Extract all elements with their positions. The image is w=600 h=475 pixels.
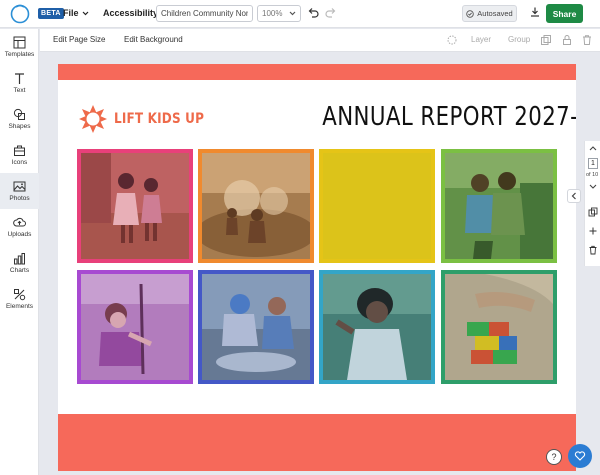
- photos-icon: [13, 181, 26, 192]
- design-page[interactable]: LIFT KIDS UP ANNUAL REPORT 2027-2028: [58, 64, 576, 471]
- sidebar-item-charts[interactable]: Charts: [0, 245, 39, 281]
- chevron-down-icon: [82, 11, 88, 15]
- photo-frame-two-girls[interactable]: [77, 149, 193, 263]
- add-page-icon[interactable]: [588, 226, 598, 236]
- sidebar-item-icons[interactable]: Icons: [0, 137, 39, 173]
- heart-chat-icon: [574, 451, 586, 461]
- sidebar-item-label: Photos: [9, 195, 30, 202]
- share-button[interactable]: Share: [546, 4, 583, 23]
- sidebar-item-uploads[interactable]: Uploads: [0, 209, 39, 245]
- two-girls-walking-photo: [81, 153, 189, 259]
- app-logo-icon[interactable]: [9, 3, 31, 25]
- zoom-select[interactable]: 100%: [257, 5, 301, 22]
- collapse-panel-button[interactable]: [567, 189, 581, 203]
- brand-name: LIFT KIDS UP: [114, 111, 205, 127]
- top-color-band[interactable]: [58, 64, 576, 80]
- duplicate-icon[interactable]: [540, 34, 552, 46]
- brand-logo[interactable]: LIFT KIDS UP: [78, 104, 219, 134]
- autosaved-label: Autosaved: [477, 9, 513, 18]
- sidebar: Templates Text Shapes Icons Photos Uploa…: [0, 29, 39, 475]
- girl-smiling-photo: [323, 274, 431, 380]
- shapes-icon: [13, 108, 25, 120]
- upload-icon: [13, 217, 26, 227]
- page-navigator: 1 of 10: [584, 141, 600, 266]
- girl-swing-photo: [81, 274, 189, 380]
- beta-badge: BETA: [38, 8, 64, 19]
- sidebar-item-label: Charts: [9, 267, 30, 274]
- templates-icon: [13, 36, 26, 49]
- icons-icon: [14, 145, 25, 156]
- sun-logo-icon: [79, 105, 107, 133]
- sidebar-item-label: Shapes: [8, 123, 31, 130]
- bottom-color-band[interactable]: [58, 414, 576, 471]
- photo-frame-splashing[interactable]: [198, 149, 314, 263]
- document-title-input[interactable]: [156, 5, 253, 22]
- file-menu-label: File: [63, 8, 79, 18]
- current-page-input[interactable]: 1: [588, 158, 598, 169]
- photo-frame-building-blocks[interactable]: [441, 270, 557, 384]
- accessibility-menu[interactable]: Accessibility: [103, 8, 158, 18]
- help-button[interactable]: ?: [546, 449, 562, 465]
- kids-playing-photo: [202, 274, 310, 380]
- text-icon: [15, 73, 24, 84]
- sidebar-item-templates[interactable]: Templates: [0, 29, 39, 65]
- charts-icon: [14, 253, 25, 265]
- zoom-value: 100%: [262, 9, 283, 18]
- check-circle-icon: [466, 9, 475, 18]
- chevron-left-icon: [571, 192, 576, 200]
- top-bar: BETA File Accessibility 100% Autosaved S…: [0, 0, 600, 28]
- sidebar-item-photos[interactable]: Photos: [0, 173, 39, 209]
- lock-icon[interactable]: [561, 34, 573, 46]
- animate-icon[interactable]: [446, 34, 458, 46]
- support-chat-button[interactable]: [568, 444, 592, 468]
- sidebar-item-text[interactable]: Text: [0, 65, 39, 101]
- undo-icon[interactable]: [307, 7, 319, 19]
- boys-hugging-photo: [445, 153, 553, 259]
- sidebar-item-label: Text: [13, 87, 26, 94]
- children-splashing-photo: [202, 153, 310, 259]
- edit-page-size-button[interactable]: Edit Page Size: [53, 35, 105, 44]
- photo-frame-boys-hugging[interactable]: [441, 149, 557, 263]
- delete-page-icon[interactable]: [588, 245, 598, 255]
- sidebar-item-elements[interactable]: Elements: [0, 281, 39, 317]
- redo-icon[interactable]: [325, 7, 337, 19]
- sidebar-item-label: Templates: [4, 51, 35, 58]
- sidebar-item-label: Uploads: [7, 231, 32, 238]
- page-total: of 10: [586, 172, 599, 178]
- photo-frame-empty[interactable]: [319, 149, 435, 263]
- photo-frame-girl-swing[interactable]: [77, 270, 193, 384]
- chevron-up-icon[interactable]: [589, 145, 597, 151]
- edit-background-button[interactable]: Edit Background: [124, 35, 183, 44]
- trash-icon[interactable]: [581, 34, 593, 46]
- chevron-down-icon[interactable]: [589, 184, 597, 190]
- copy-page-icon[interactable]: [588, 207, 598, 217]
- layer-button[interactable]: Layer: [471, 35, 491, 44]
- group-button[interactable]: Group: [508, 35, 530, 44]
- sidebar-item-shapes[interactable]: Shapes: [0, 101, 39, 137]
- sidebar-item-label: Icons: [11, 159, 28, 166]
- building-blocks-photo: [445, 274, 553, 380]
- elements-icon: [14, 289, 26, 301]
- sidebar-item-label: Elements: [5, 303, 34, 310]
- yellow-placeholder: [323, 153, 431, 259]
- download-icon[interactable]: [529, 6, 541, 18]
- photo-frame-girl-smiling[interactable]: [319, 270, 435, 384]
- autosaved-status: Autosaved: [462, 5, 517, 22]
- photo-frame-kids-playing[interactable]: [198, 270, 314, 384]
- context-toolbar: Edit Page Size Edit Background Layer Gro…: [40, 29, 600, 52]
- question-icon: ?: [551, 452, 557, 462]
- file-menu[interactable]: File: [63, 8, 89, 18]
- report-heading[interactable]: ANNUAL REPORT 2027-2028: [322, 102, 576, 132]
- chevron-down-icon: [289, 11, 296, 16]
